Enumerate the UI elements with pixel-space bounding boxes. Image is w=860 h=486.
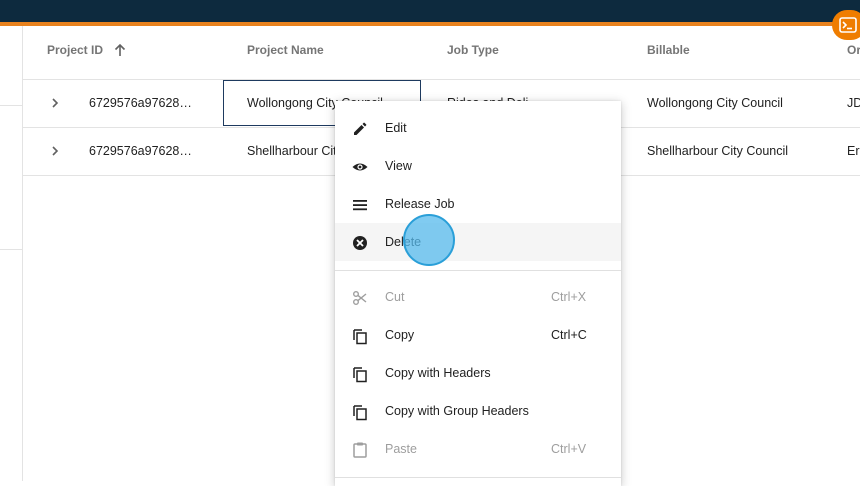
close-circle-icon xyxy=(353,236,367,250)
scissors-icon xyxy=(353,291,367,305)
menu-item-label: Copy with Group Headers xyxy=(385,404,529,418)
menu-item-label: Copy xyxy=(385,328,415,342)
column-header-job-type[interactable]: Job Type xyxy=(447,43,499,57)
menu-item-shortcut: Ctrl+C xyxy=(551,328,587,342)
menu-item-label: View xyxy=(385,159,412,173)
menu-separator xyxy=(335,270,621,271)
menu-item-release-job[interactable]: Release Job xyxy=(335,185,621,223)
left-panel-divider xyxy=(0,249,22,250)
left-side-panel xyxy=(0,26,23,481)
menu-item-cut[interactable]: Cut Ctrl+X xyxy=(335,278,621,316)
context-menu: Edit View Release Job Delete Cut Ctr xyxy=(335,101,621,486)
grid-header: Project ID Project Name Job Type Billabl… xyxy=(23,26,860,80)
menu-item-delete[interactable]: Delete xyxy=(335,223,621,261)
menu-item-label: Paste xyxy=(385,442,417,456)
copy-icon xyxy=(353,405,367,421)
menu-item-copy-with-headers[interactable]: Copy with Headers xyxy=(335,354,621,392)
column-header-project-name[interactable]: Project Name xyxy=(247,43,324,57)
cell-or[interactable]: Er xyxy=(847,144,860,158)
column-header-project-id[interactable]: Project ID xyxy=(47,43,103,57)
menu-item-copy[interactable]: Copy Ctrl+C xyxy=(335,316,621,354)
menu-item-shortcut: Ctrl+V xyxy=(551,442,587,456)
column-header-billable[interactable]: Billable xyxy=(647,43,690,57)
menu-item-label: Copy with Headers xyxy=(385,366,491,380)
menu-item-edit[interactable]: Edit xyxy=(335,109,621,147)
menu-item-view[interactable]: View xyxy=(335,147,621,185)
clipboard-icon xyxy=(353,442,367,458)
cell-project-id[interactable]: 6729576a97628… xyxy=(89,144,192,158)
top-app-bar xyxy=(0,0,860,22)
menu-separator xyxy=(335,477,621,478)
eye-icon xyxy=(352,163,368,171)
menu-item-label: Cut xyxy=(385,290,405,304)
menu-item-label: Edit xyxy=(385,121,407,135)
menu-item-paste[interactable]: Paste Ctrl+V xyxy=(335,430,621,468)
sort-ascending-icon[interactable] xyxy=(113,43,127,57)
menu-item-copy-with-group-headers[interactable]: Copy with Group Headers xyxy=(335,392,621,430)
cell-project-id[interactable]: 6729576a97628… xyxy=(89,96,192,110)
cell-billable[interactable]: Wollongong City Council xyxy=(647,96,783,110)
menu-item-label: Release Job xyxy=(385,197,455,211)
click-indicator xyxy=(403,214,455,266)
copy-icon xyxy=(353,367,367,383)
copy-icon xyxy=(353,329,367,345)
menu-lines-icon xyxy=(353,200,367,211)
left-panel-divider xyxy=(0,105,22,106)
column-header-or[interactable]: Or xyxy=(847,43,860,57)
chevron-right-icon[interactable] xyxy=(50,145,60,157)
cell-billable[interactable]: Shellharbour City Council xyxy=(647,144,788,158)
menu-item-shortcut: Ctrl+X xyxy=(551,290,587,304)
chevron-right-icon[interactable] xyxy=(50,97,60,109)
pencil-icon xyxy=(354,122,367,135)
cell-or[interactable]: JD xyxy=(847,96,860,110)
